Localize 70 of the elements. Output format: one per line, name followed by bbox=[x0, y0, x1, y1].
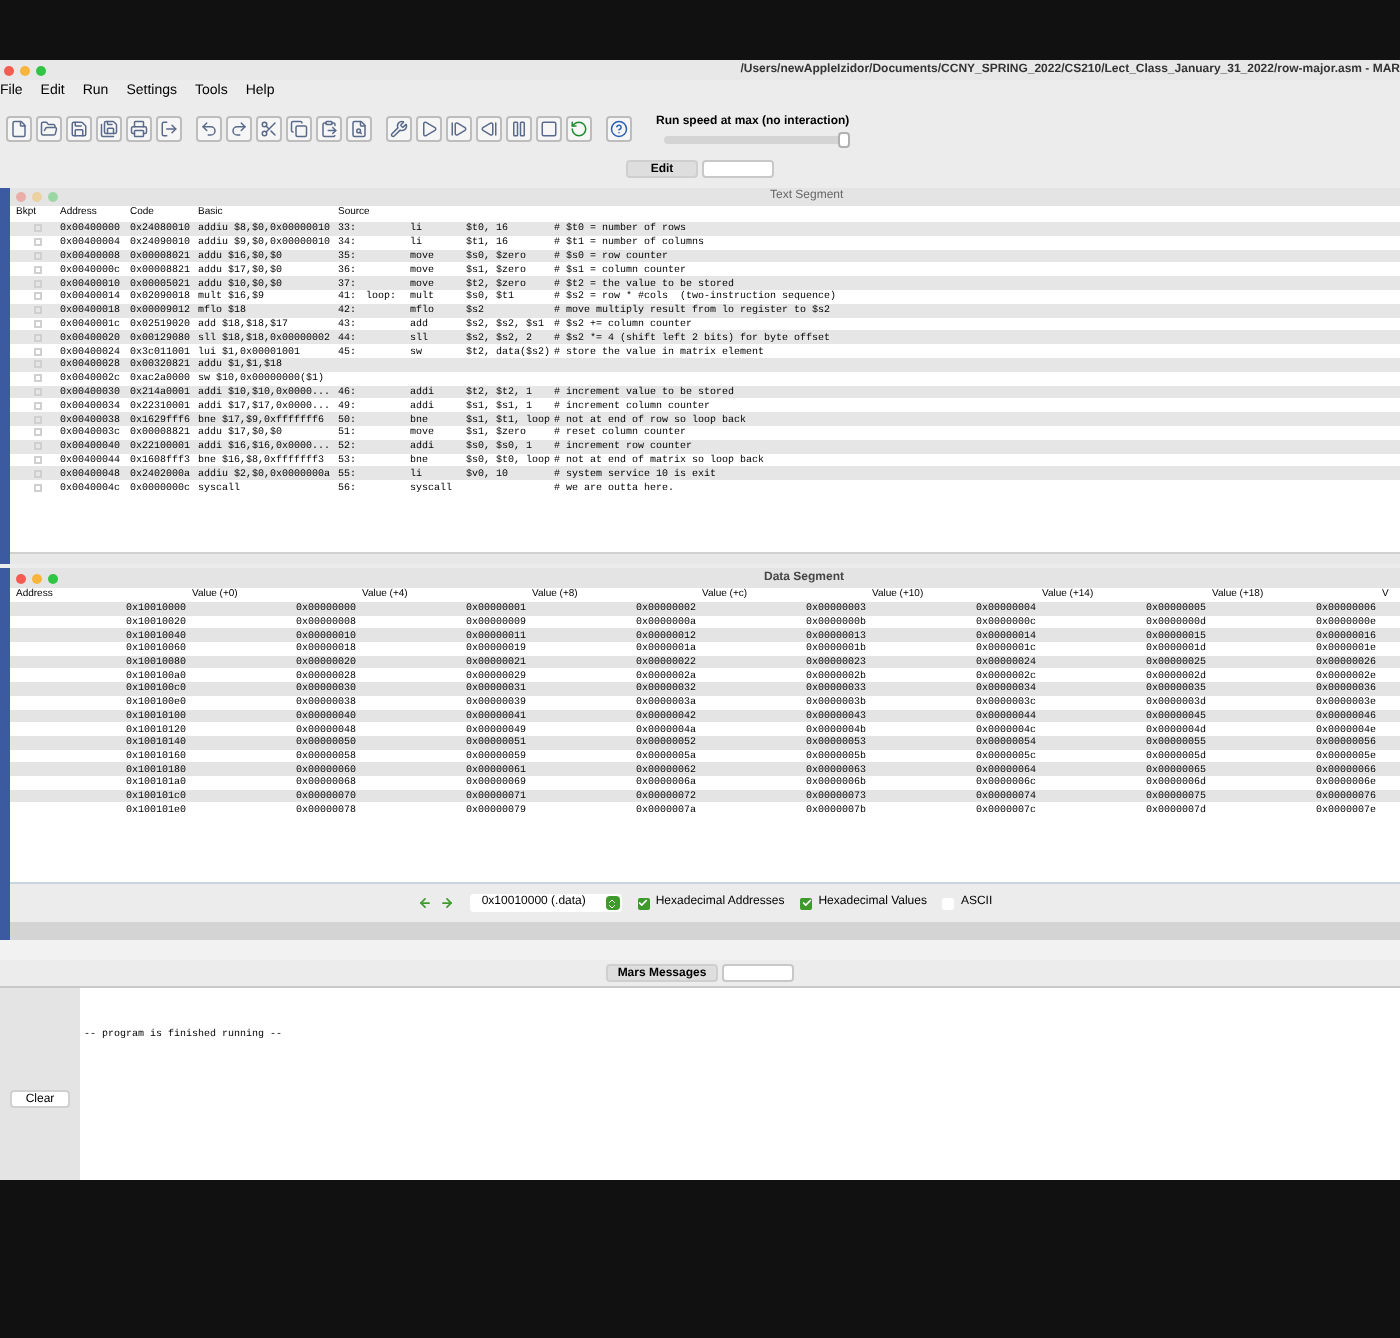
toolbar-button[interactable] bbox=[6, 115, 32, 141]
open-folder-icon bbox=[40, 119, 58, 137]
toolbar-button[interactable] bbox=[446, 115, 472, 141]
checkbox[interactable] bbox=[800, 897, 813, 909]
undo-icon bbox=[200, 119, 218, 137]
toolbar-button[interactable] bbox=[36, 115, 62, 141]
forward-arrow-icon[interactable] bbox=[439, 896, 454, 910]
copy-icon bbox=[290, 119, 308, 137]
toolbar-button[interactable] bbox=[416, 115, 442, 141]
toolbar-button[interactable] bbox=[156, 115, 182, 141]
checkbox[interactable] bbox=[637, 897, 650, 909]
minimize-window-icon[interactable] bbox=[32, 192, 42, 202]
toolbar-button[interactable] bbox=[346, 115, 372, 141]
toolbar-button[interactable] bbox=[256, 115, 282, 141]
close-window-icon[interactable] bbox=[4, 65, 14, 75]
toolbar-button[interactable] bbox=[566, 115, 592, 141]
toolbar-button[interactable] bbox=[476, 115, 502, 141]
toolbar-button[interactable] bbox=[126, 115, 152, 141]
step-forward-icon bbox=[450, 119, 468, 137]
close-window-icon[interactable] bbox=[16, 573, 26, 583]
zoom-window-icon[interactable] bbox=[36, 65, 46, 75]
toolbar-button[interactable] bbox=[226, 115, 252, 141]
stop-icon bbox=[540, 119, 558, 137]
breakpoint-checkbox[interactable] bbox=[34, 265, 42, 274]
close-window-icon[interactable] bbox=[16, 192, 26, 202]
zoom-window-icon[interactable] bbox=[48, 192, 58, 202]
breakpoint-checkbox[interactable] bbox=[34, 483, 42, 492]
toolbar-button[interactable] bbox=[606, 115, 632, 141]
breakpoint-checkbox[interactable] bbox=[34, 401, 42, 410]
pause-icon bbox=[510, 119, 528, 137]
save-all-icon bbox=[100, 119, 118, 137]
toolbar-button[interactable] bbox=[286, 115, 312, 141]
breakpoint-checkbox[interactable] bbox=[34, 238, 42, 247]
redo-icon bbox=[230, 119, 248, 137]
toolbar-button[interactable] bbox=[386, 115, 412, 141]
toolbar-button[interactable] bbox=[316, 115, 342, 141]
step-back-icon bbox=[480, 119, 498, 137]
breakpoint-checkbox[interactable] bbox=[34, 347, 42, 356]
check-icon bbox=[801, 898, 812, 908]
toolbar-button[interactable] bbox=[536, 115, 562, 141]
help-icon bbox=[610, 119, 628, 137]
exit-icon bbox=[160, 119, 178, 137]
cut-icon bbox=[260, 119, 278, 137]
toolbar-button[interactable] bbox=[96, 115, 122, 141]
slider-thumb[interactable] bbox=[838, 131, 850, 147]
play-icon bbox=[420, 119, 438, 137]
tab[interactable] bbox=[722, 964, 795, 982]
toolbar-button[interactable] bbox=[196, 115, 222, 141]
zoom-window-icon[interactable] bbox=[48, 573, 58, 583]
new-file-icon bbox=[10, 119, 28, 137]
breakpoint-checkbox[interactable] bbox=[34, 374, 42, 383]
find-icon bbox=[350, 119, 368, 137]
breakpoint-checkbox[interactable] bbox=[34, 319, 42, 328]
paste-icon bbox=[320, 119, 338, 137]
horizontal-scrollbar[interactable] bbox=[10, 922, 1400, 940]
minimize-window-icon[interactable] bbox=[32, 573, 42, 583]
reset-icon bbox=[570, 119, 588, 137]
breakpoint-checkbox[interactable] bbox=[34, 428, 42, 437]
splitter-bar[interactable] bbox=[0, 940, 1400, 960]
minimize-window-icon[interactable] bbox=[20, 65, 30, 75]
toolbar-button[interactable] bbox=[506, 115, 532, 141]
check-icon bbox=[638, 898, 649, 908]
wrench-icon bbox=[390, 119, 408, 137]
printer-icon bbox=[130, 119, 148, 137]
toolbar-button[interactable] bbox=[66, 115, 92, 141]
back-arrow-icon[interactable] bbox=[417, 896, 432, 910]
tab[interactable] bbox=[702, 159, 774, 177]
breakpoint-checkbox[interactable] bbox=[34, 455, 42, 464]
breakpoint-checkbox[interactable] bbox=[34, 292, 42, 301]
save-icon bbox=[70, 119, 88, 137]
